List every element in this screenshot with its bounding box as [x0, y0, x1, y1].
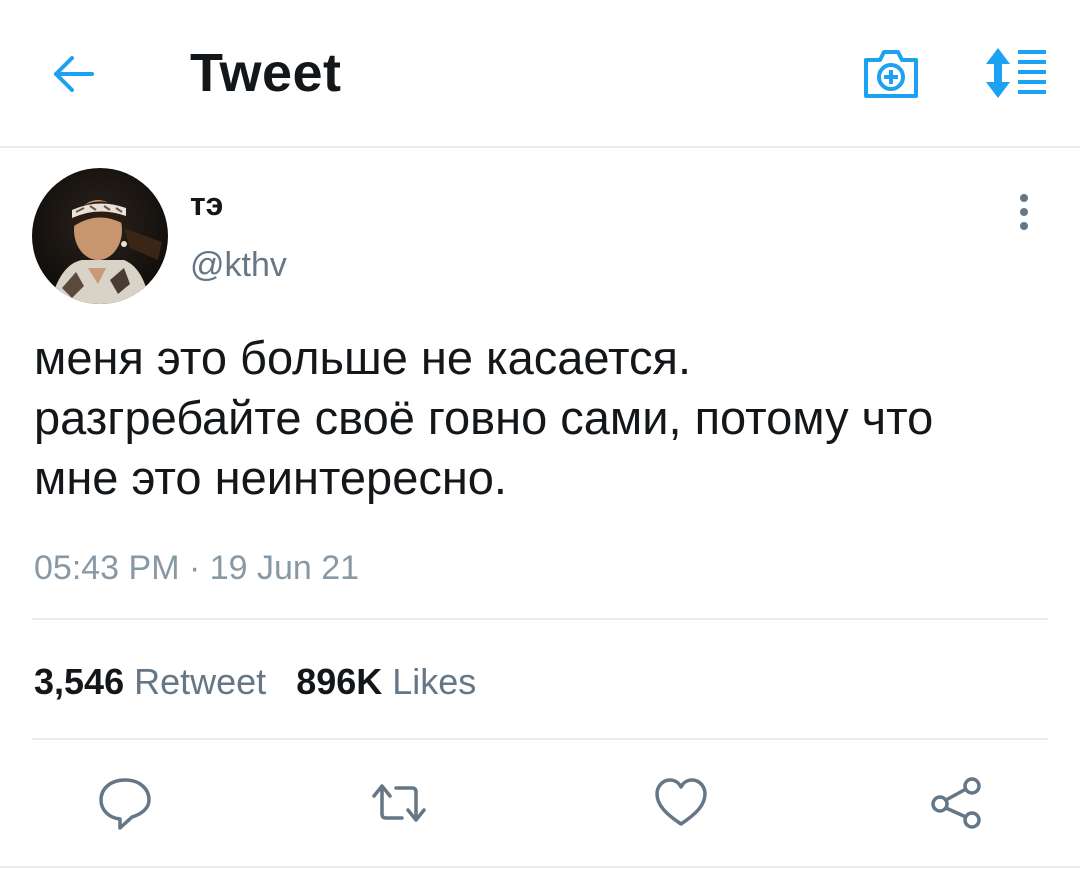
retweet-count: 3,546: [34, 661, 125, 702]
like-stat[interactable]: 896K Likes: [296, 661, 476, 702]
reply-button[interactable]: [96, 774, 154, 832]
divider: [32, 618, 1048, 620]
retweet-label: Retweet: [134, 661, 267, 702]
tweet-timestamp[interactable]: 05:43 PM · 19 Jun 21: [34, 546, 359, 590]
retweet-button[interactable]: [370, 774, 428, 832]
comment-icon: [99, 778, 151, 830]
divider: [0, 866, 1080, 868]
sort-button[interactable]: [980, 42, 1052, 104]
like-count: 896K: [296, 661, 383, 702]
display-name[interactable]: тэ: [190, 184, 223, 224]
tweet-stats: 3,546 Retweet 896K Likes: [34, 658, 476, 706]
tweet-page: Tweet тэ @kthv меня это больше не касает…: [0, 0, 1080, 870]
back-button[interactable]: [44, 46, 100, 102]
camera-button[interactable]: [858, 40, 924, 106]
tweet-text-line: меня это больше не касается.: [34, 331, 692, 384]
more-options-button[interactable]: [1006, 190, 1042, 234]
top-bar: Tweet: [0, 0, 1080, 148]
sort-list-icon: [986, 48, 1046, 98]
retweet-stat[interactable]: 3,546 Retweet: [34, 661, 266, 702]
arrow-left-icon: [54, 56, 94, 92]
like-button[interactable]: [652, 774, 710, 832]
profile-photo: [32, 168, 168, 304]
tweet-text-line: мне это неинтересно.: [34, 451, 507, 504]
user-handle[interactable]: @kthv: [190, 244, 287, 286]
camera-plus-icon: [864, 50, 918, 98]
like-label: Likes: [392, 661, 477, 702]
retweet-icon: [372, 784, 426, 822]
tweet-text: меня это больше не касается. разгребайте…: [34, 328, 1054, 508]
divider: [32, 738, 1048, 740]
tweet-text-line: разгребайте своё говно сами, потому что: [34, 391, 934, 444]
share-icon: [931, 777, 981, 829]
share-button[interactable]: [928, 774, 986, 832]
avatar[interactable]: [32, 168, 168, 304]
page-title: Tweet: [190, 43, 342, 103]
more-vertical-icon: [1020, 194, 1028, 230]
heart-icon: [655, 778, 707, 826]
